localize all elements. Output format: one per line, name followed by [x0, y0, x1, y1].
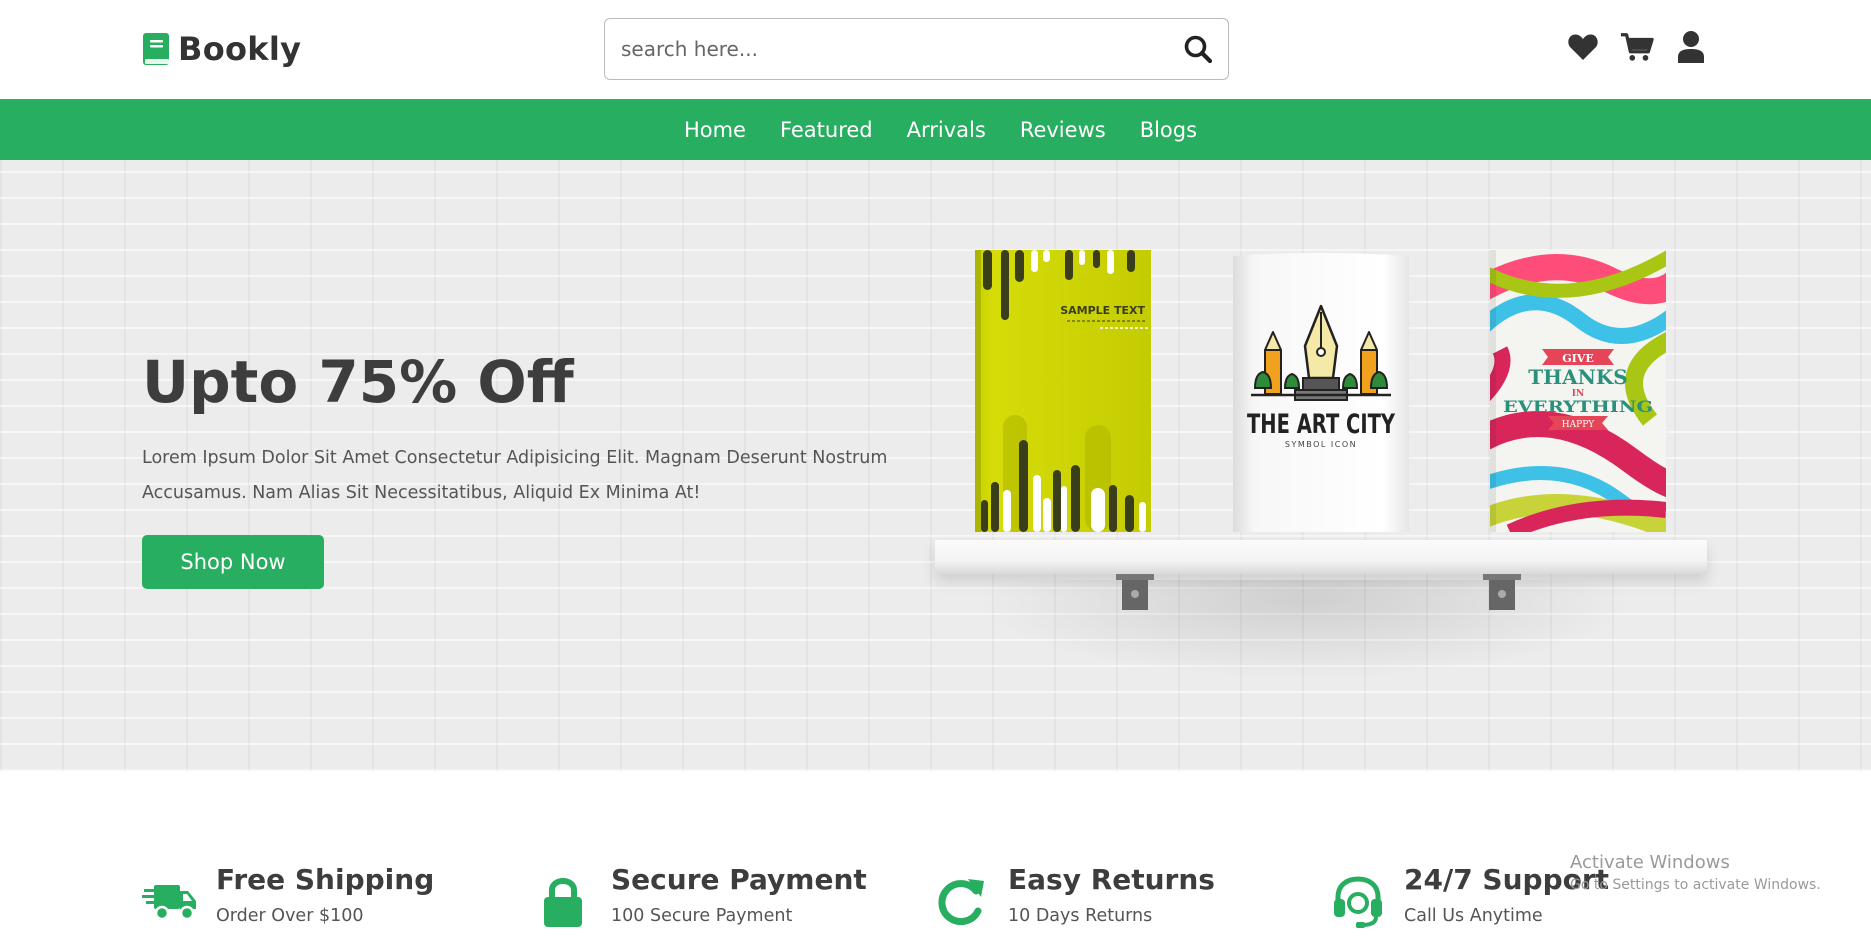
feature-title: Free Shipping	[216, 863, 435, 896]
book-2-cover-subtitle: SYMBOL ICON	[1285, 440, 1357, 449]
book-2-cover-title: THE ART CITY	[1247, 409, 1395, 440]
headset-icon	[1334, 876, 1382, 928]
header: Bookly	[0, 0, 1871, 99]
book-cover-2[interactable]: THE ART CITY SYMBOL ICON	[1233, 250, 1409, 532]
nav-featured[interactable]: Featured	[780, 118, 873, 142]
search-icon	[1184, 35, 1213, 64]
feature-text: Free Shipping Order Over $100	[216, 863, 434, 929]
hero-description: Lorem Ipsum Dolor Sit Amet Consectetur A…	[142, 448, 888, 503]
user-icon	[1678, 31, 1704, 63]
brand-logo[interactable]: Bookly	[142, 30, 301, 68]
book-cover-3[interactable]: GIVE THANKS IN EVERYTHING HAPPY	[1490, 250, 1666, 532]
hero-banner: Upto 75% Off Lorem Ipsum Dolor Sit Amet …	[0, 160, 1871, 771]
book-shelf: SAMPLE TEXT THE ART CITY SYMBOL ICON GIV…	[930, 250, 1720, 700]
nav-home[interactable]: Home	[684, 118, 746, 142]
feature-title: Easy Returns	[1008, 863, 1215, 896]
truck-icon	[142, 885, 196, 921]
feature-subtitle: Order Over $100	[216, 906, 364, 926]
feature-title: Secure Payment	[611, 863, 867, 896]
feature-subtitle: Call Us Anytime	[1404, 906, 1543, 926]
feature-text: Secure Payment 100 Secure Payment	[611, 863, 867, 929]
watermark-line-1: Activate Windows	[1570, 852, 1730, 873]
feature-free-shipping: Free Shipping Order Over $100	[142, 863, 434, 929]
shop-now-button[interactable]: Shop Now	[142, 535, 324, 589]
book-icon	[143, 33, 169, 65]
watermark-line-2: Go to Settings to activate Windows.	[1570, 877, 1821, 893]
shelf-bracket-left	[1116, 574, 1154, 610]
cart-button[interactable]	[1620, 30, 1654, 64]
account-button[interactable]	[1674, 30, 1708, 64]
nav-blogs[interactable]: Blogs	[1140, 118, 1197, 142]
feature-text: Easy Returns 10 Days Returns	[1008, 863, 1215, 929]
lock-icon	[544, 878, 582, 927]
shelf-shadow	[975, 580, 1635, 680]
feature-easy-returns: Easy Returns 10 Days Returns	[934, 863, 1215, 929]
book-cover-1[interactable]: SAMPLE TEXT	[975, 250, 1151, 532]
book-3-line-5: HAPPY	[1562, 420, 1595, 430]
book-3-line-4: EVERYTHING	[1503, 397, 1653, 416]
cart-icon	[1620, 33, 1654, 61]
search-button[interactable]	[1168, 19, 1228, 79]
heart-icon	[1568, 34, 1598, 60]
book-3-line-2: THANKS	[1528, 365, 1627, 389]
book-3-line-1: GIVE	[1562, 352, 1593, 365]
wishlist-button[interactable]	[1566, 30, 1600, 64]
feature-subtitle: 100 Secure Payment	[611, 906, 793, 926]
main-nav: Home Featured Arrivals Reviews Blogs	[0, 99, 1871, 160]
search-input[interactable]	[605, 19, 1168, 79]
redo-icon	[938, 879, 984, 926]
feature-support: 24/7 Support Call Us Anytime	[1330, 863, 1609, 929]
nav-arrivals[interactable]: Arrivals	[907, 118, 986, 142]
search-form	[604, 18, 1229, 80]
shelf-bracket-right	[1483, 574, 1521, 610]
header-actions	[1566, 30, 1708, 64]
nav-reviews[interactable]: Reviews	[1020, 118, 1106, 142]
hero-title: Upto 75% Off	[142, 348, 574, 416]
brand-name: Bookly	[178, 30, 302, 68]
book-1-cover-text: SAMPLE TEXT	[1060, 304, 1145, 317]
feature-subtitle: 10 Days Returns	[1008, 906, 1153, 926]
shelf-board	[935, 540, 1707, 574]
feature-secure-payment: Secure Payment 100 Secure Payment	[537, 863, 867, 929]
windows-activation-watermark: Activate Windows Go to Settings to activ…	[1570, 852, 1821, 893]
